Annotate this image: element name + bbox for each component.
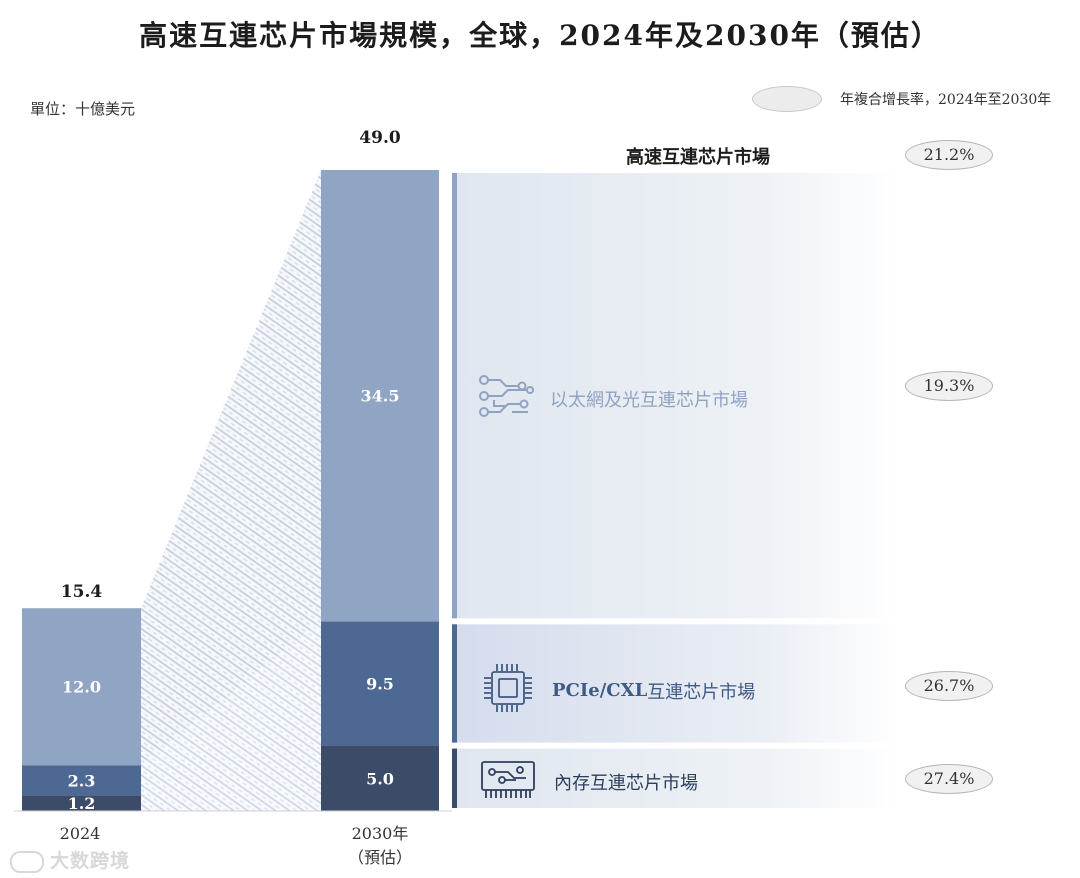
watermark: 大数跨境 (10, 846, 130, 873)
chip-icon (482, 662, 534, 719)
value-label-2030-memory: 5.0 (366, 769, 394, 788)
total-market-label: 高速互連芯片市場 (626, 147, 770, 168)
panel-accent-memory (452, 748, 457, 808)
panel-accent-pcie (452, 624, 457, 743)
cagr-badge-ethernet: 19.3% (905, 371, 993, 401)
cagr-badge-total: 21.2% (905, 140, 993, 170)
x-tick-2024: 2024 (59, 824, 101, 843)
total-label-2030: 49.0 (359, 128, 401, 148)
value-label-2024-pcie: 2.3 (68, 771, 96, 790)
connector-bands (141, 170, 321, 811)
value-label-2024-memory: 1.2 (68, 794, 96, 813)
watermark-text: 大数跨境 (50, 850, 131, 872)
x-tick-2030: 2030年 （預估） (320, 822, 440, 870)
x-tick-2030-line1: 2030年 (351, 824, 409, 843)
memory-label: 內存互連芯片市場 (554, 772, 698, 794)
cagr-badge-memory: 27.4% (905, 764, 993, 794)
value-label-2030-pcie: 9.5 (366, 674, 394, 693)
memory-module-icon (480, 758, 536, 805)
watermark-logo-icon (10, 850, 44, 873)
total-label-2024: 15.4 (60, 581, 103, 602)
value-label-2024-ethernet: 12.0 (62, 678, 101, 697)
ethernet-label: 以太網及光互連芯片市場 (550, 389, 748, 411)
pcie-label-bold: PCIe/CXL (552, 680, 648, 701)
memory-label-group: 內存互連芯片市場 (480, 758, 698, 805)
panel-accent-ethernet (452, 173, 457, 619)
pcie-label-group: PCIe/CXL 互連芯片市場 (482, 662, 755, 719)
value-label-2030-ethernet: 34.5 (361, 387, 400, 406)
cagr-badge-pcie: 26.7% (905, 671, 993, 701)
ethernet-label-group: 以太網及光互連芯片市場 (478, 372, 748, 425)
pcie-label-rest: 互連芯片市場 (647, 681, 756, 703)
chart-plot: 1.2 2.3 12.0 5.0 9.5 34.5 (14, 170, 900, 813)
x-tick-2030-line2: （預估） (347, 848, 412, 867)
circuit-icon (478, 372, 534, 425)
